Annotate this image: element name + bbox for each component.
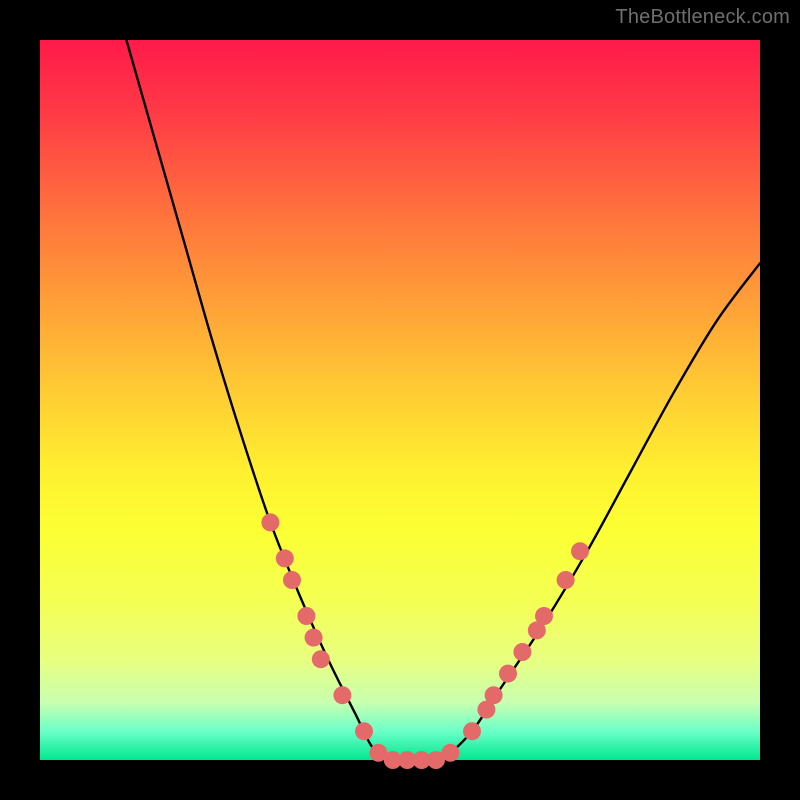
sample-marker (485, 686, 503, 704)
chart-svg (40, 40, 760, 760)
chart-frame: TheBottleneck.com (0, 0, 800, 800)
sample-marker (333, 686, 351, 704)
sample-marker (499, 665, 517, 683)
sample-marker (355, 722, 373, 740)
bottleneck-curve-left (126, 40, 385, 760)
watermark-text: TheBottleneck.com (615, 6, 790, 29)
sample-marker (305, 629, 323, 647)
sample-marker (297, 607, 315, 625)
sample-marker (312, 650, 330, 668)
plot-area (40, 40, 760, 760)
sample-marker (276, 549, 294, 567)
sample-marker (463, 722, 481, 740)
sample-marker (535, 607, 553, 625)
bottleneck-curve-right (443, 263, 760, 760)
sample-marker (571, 542, 589, 560)
sample-marker (283, 571, 301, 589)
sample-marker (261, 513, 279, 531)
sample-marker (513, 643, 531, 661)
sample-marker (557, 571, 575, 589)
sample-markers (261, 513, 589, 769)
sample-marker (441, 744, 459, 762)
